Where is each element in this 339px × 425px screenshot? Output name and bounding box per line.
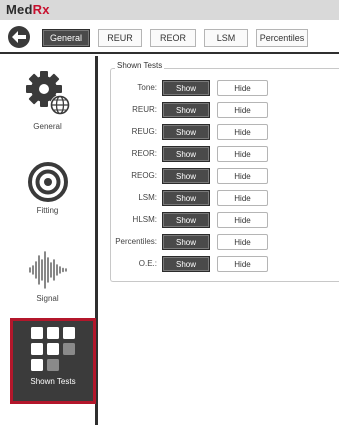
test-row-lsm: LSM: Show Hide	[110, 190, 339, 207]
row-label: Tone:	[137, 83, 157, 92]
sidebar-item-label: Signal	[36, 294, 59, 303]
arrow-left-icon	[12, 31, 26, 43]
hide-button[interactable]: Hide	[217, 168, 268, 184]
show-button[interactable]: Show	[162, 102, 210, 118]
hide-button[interactable]: Hide	[217, 212, 268, 228]
show-button[interactable]: Show	[162, 212, 210, 228]
sidebar-item-shown-tests[interactable]: Shown Tests	[10, 318, 96, 404]
hide-button[interactable]: Hide	[217, 146, 268, 162]
tab-reor[interactable]: REOR	[150, 29, 196, 47]
show-button[interactable]: Show	[162, 190, 210, 206]
row-label: Percentiles:	[115, 237, 157, 246]
show-button[interactable]: Show	[162, 256, 210, 272]
row-label: REOR:	[131, 149, 157, 158]
hide-button[interactable]: Hide	[217, 80, 268, 96]
hide-button[interactable]: Hide	[217, 256, 268, 272]
waveform-icon	[28, 251, 67, 289]
medrx-logo: MedRx	[6, 2, 50, 17]
test-row-oe: O.E.: Show Hide	[110, 256, 339, 273]
show-button[interactable]: Show	[162, 124, 210, 140]
row-label: LSM:	[138, 193, 157, 202]
group-title: Shown Tests	[115, 61, 165, 70]
row-label: REUG:	[131, 127, 157, 136]
show-button[interactable]: Show	[162, 80, 210, 96]
hide-button[interactable]: Hide	[217, 124, 268, 140]
show-button[interactable]: Show	[162, 234, 210, 250]
sidebar-item-signal[interactable]: Signal	[0, 250, 95, 303]
row-label: O.E.:	[138, 259, 157, 268]
test-row-tone: Tone: Show Hide	[110, 80, 339, 97]
test-row-reor: REOR: Show Hide	[110, 146, 339, 163]
show-button[interactable]: Show	[162, 168, 210, 184]
back-button[interactable]	[8, 26, 30, 48]
row-label: REUR:	[132, 105, 157, 114]
tab-general[interactable]: General	[42, 29, 90, 47]
sidebar-item-label: Shown Tests	[30, 377, 76, 386]
test-row-percentiles: Percentiles: Show Hide	[110, 234, 339, 251]
title-bar: MedRx	[0, 0, 339, 20]
tab-percentiles[interactable]: Percentiles	[256, 29, 308, 47]
hide-button[interactable]: Hide	[217, 190, 268, 206]
test-row-reug: REUG: Show Hide	[110, 124, 339, 141]
hide-button[interactable]: Hide	[217, 234, 268, 250]
grid-icon	[31, 327, 75, 371]
sidebar-item-general[interactable]: General	[0, 68, 95, 131]
row-label: HLSM:	[132, 215, 157, 224]
target-icon	[27, 162, 68, 202]
sidebar-item-label: General	[33, 122, 62, 131]
show-button[interactable]: Show	[162, 146, 210, 162]
sidebar-item-label: Fitting	[36, 206, 59, 215]
test-row-reur: REUR: Show Hide	[110, 102, 339, 119]
toolbar: General REUR REOR LSM Percentiles	[0, 20, 339, 54]
test-row-reog: REOG: Show Hide	[110, 168, 339, 185]
row-label: REOG:	[131, 171, 157, 180]
gear-globe-icon	[25, 71, 70, 115]
test-row-hlsm: HLSM: Show Hide	[110, 212, 339, 229]
sidebar-item-fitting[interactable]: Fitting	[0, 162, 95, 215]
sidebar: General Fitting Signal Shown Tests	[0, 56, 98, 425]
hide-button[interactable]: Hide	[217, 102, 268, 118]
tab-lsm[interactable]: LSM	[204, 29, 248, 47]
tab-reur[interactable]: REUR	[98, 29, 142, 47]
